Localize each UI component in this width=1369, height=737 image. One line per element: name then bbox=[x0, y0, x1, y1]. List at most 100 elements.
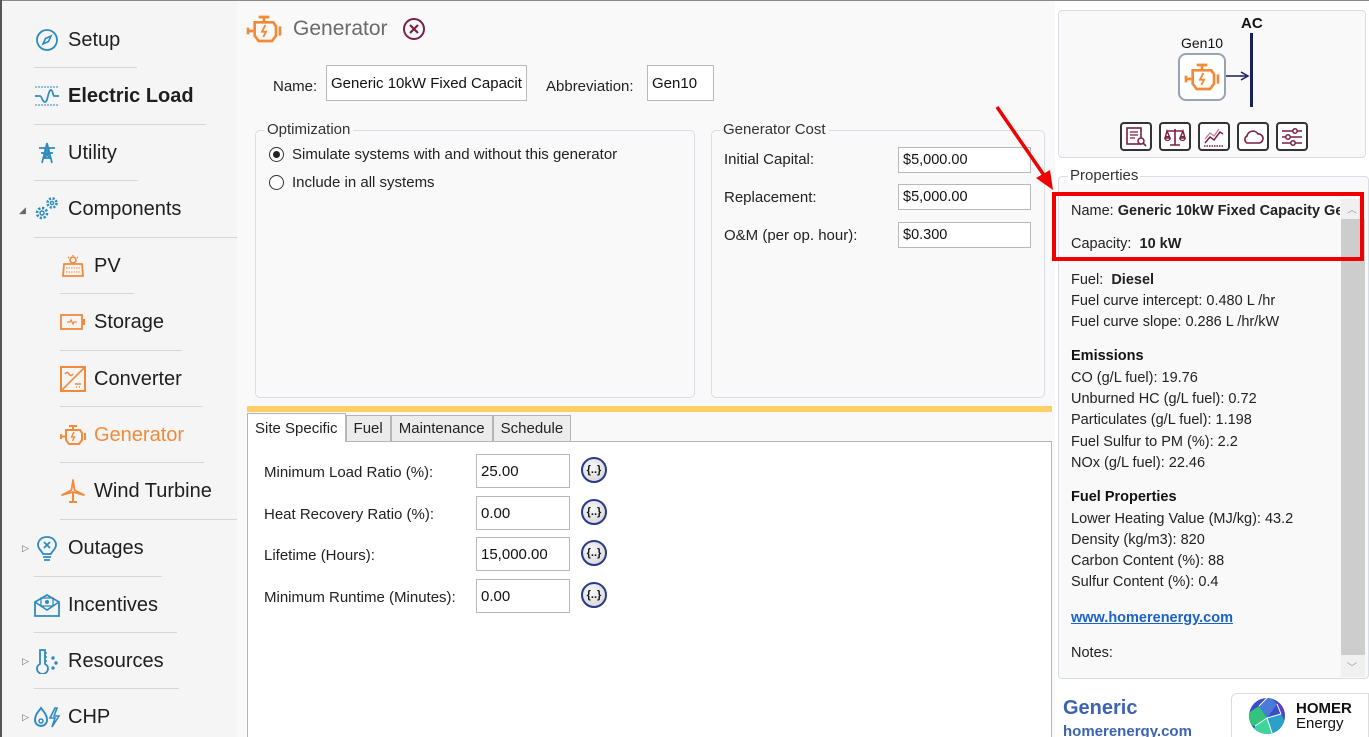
wind-turbine-icon bbox=[60, 478, 86, 504]
divider bbox=[34, 576, 162, 577]
name-label: Name: bbox=[273, 78, 318, 95]
manufacturer-url[interactable]: homerenergy.com bbox=[1063, 723, 1192, 737]
lifetime-input[interactable]: 15,000.00 bbox=[476, 537, 570, 571]
replacement-label: Replacement: bbox=[724, 189, 817, 206]
emission-item: Fuel Sulfur to PM (%): 2.2 bbox=[1071, 434, 1238, 450]
fuel-property-item: Sulfur Content (%): 0.4 bbox=[1071, 574, 1219, 590]
sidebar-item-utility[interactable]: Utility bbox=[34, 133, 117, 173]
page-header: Generator bbox=[245, 13, 426, 45]
sidebar: Setup Electric Load Utility ◢ Components… bbox=[2, 1, 237, 737]
solar-panel-icon bbox=[60, 253, 86, 279]
min-runtime-input[interactable]: 0.00 bbox=[476, 579, 570, 613]
optimization-group: Optimization bbox=[255, 121, 695, 398]
sidebar-item-incentives[interactable]: Incentives bbox=[34, 585, 158, 625]
ac-bus-label: AC bbox=[1241, 15, 1263, 32]
expander-expand-icon[interactable]: ▷ bbox=[22, 712, 32, 723]
sidebar-item-outages[interactable]: Outages bbox=[34, 528, 144, 568]
properties-legend: Properties bbox=[1068, 167, 1141, 184]
sidebar-item-wind-turbine[interactable]: Wind Turbine bbox=[60, 471, 212, 511]
min-load-ratio-input[interactable]: 25.00 bbox=[476, 454, 570, 488]
transmission-tower-icon bbox=[34, 140, 60, 166]
sidebar-item-label: Electric Load bbox=[68, 84, 194, 107]
generator-icon bbox=[60, 422, 86, 448]
logo-line1: HOMER bbox=[1296, 699, 1352, 717]
tab-fuel[interactable]: Fuel bbox=[345, 415, 391, 442]
sidebar-item-electric-load[interactable]: Electric Load bbox=[34, 76, 194, 116]
tab-site-specific[interactable]: Site Specific bbox=[247, 413, 346, 442]
battery-icon bbox=[60, 309, 86, 335]
tab-accent-bar bbox=[247, 406, 1052, 412]
report-button[interactable] bbox=[1120, 122, 1152, 151]
sensitivity-button[interactable]: {..} bbox=[581, 499, 607, 525]
sidebar-item-resources[interactable]: Resources bbox=[34, 641, 164, 681]
fuel-property-item: Density (kg/m3): 820 bbox=[1071, 532, 1205, 548]
divider bbox=[60, 519, 237, 520]
expander-expand-icon[interactable]: ▷ bbox=[22, 656, 32, 667]
initial-capital-input[interactable]: $5,000.00 bbox=[898, 147, 1031, 173]
settings-button[interactable] bbox=[1276, 122, 1308, 151]
homer-energy-link[interactable]: www.homerenergy.com bbox=[1071, 610, 1233, 626]
thermometer-drops-icon bbox=[34, 648, 60, 674]
prop-fuel-intercept: Fuel curve intercept: 0.480 L /hr bbox=[1071, 293, 1276, 309]
sidebar-item-label: Outages bbox=[68, 536, 144, 559]
sidebar-item-setup[interactable]: Setup bbox=[34, 20, 120, 60]
sidebar-item-pv[interactable]: PV bbox=[60, 246, 121, 286]
sidebar-item-label: Resources bbox=[68, 649, 164, 672]
sidebar-item-converter[interactable]: Converter bbox=[60, 359, 182, 399]
radio-label: Include in all systems bbox=[292, 174, 435, 191]
compare-button[interactable] bbox=[1159, 122, 1191, 151]
radio-unselected-icon bbox=[269, 175, 284, 190]
sidebar-item-label: Wind Turbine bbox=[94, 479, 212, 502]
remove-component-button[interactable] bbox=[402, 17, 426, 41]
sidebar-item-label: Utility bbox=[68, 141, 117, 164]
homer-globe-icon bbox=[1249, 697, 1285, 734]
sensitivity-button[interactable]: {..} bbox=[581, 582, 607, 608]
component-label: Gen10 bbox=[1181, 35, 1224, 51]
heat-recovery-input[interactable]: 0.00 bbox=[476, 496, 570, 530]
divider bbox=[60, 462, 204, 463]
emission-item: CO (g/L fuel): 19.76 bbox=[1071, 370, 1198, 386]
generator-icon bbox=[1184, 63, 1220, 91]
sidebar-item-generator[interactable]: Generator bbox=[60, 415, 184, 455]
emissions-heading: Emissions bbox=[1071, 348, 1144, 364]
sensitivity-button[interactable]: {..} bbox=[581, 540, 607, 566]
expander-collapse-icon[interactable]: ◢ bbox=[19, 205, 29, 216]
sidebar-item-components[interactable]: Components bbox=[34, 189, 181, 229]
fuel-property-item: Carbon Content (%): 88 bbox=[1071, 553, 1225, 569]
sidebar-item-label: Converter bbox=[94, 367, 182, 390]
report-search-icon bbox=[1126, 126, 1147, 147]
name-input[interactable]: Generic 10kW Fixed Capacit bbox=[326, 65, 527, 101]
close-circle-icon bbox=[402, 18, 425, 40]
om-input[interactable]: $0.300 bbox=[898, 222, 1031, 248]
sidebar-item-storage[interactable]: Storage bbox=[60, 302, 164, 342]
radio-include-all[interactable]: Include in all systems bbox=[269, 174, 435, 191]
generator-icon bbox=[245, 13, 283, 45]
divider bbox=[34, 237, 237, 238]
divider bbox=[60, 350, 182, 351]
scroll-up-icon[interactable]: ︿ bbox=[1347, 201, 1357, 216]
expander-expand-icon[interactable]: ▷ bbox=[22, 543, 32, 554]
tab-schedule[interactable]: Schedule bbox=[492, 415, 572, 442]
arrow-right-icon bbox=[1226, 71, 1250, 81]
cloud-button[interactable] bbox=[1237, 122, 1269, 151]
properties-scrollbar[interactable]: ︿ ﹀ bbox=[1341, 199, 1365, 677]
chart-button[interactable] bbox=[1198, 122, 1230, 151]
replacement-input[interactable]: $5,000.00 bbox=[898, 184, 1031, 210]
generator-component-node[interactable] bbox=[1178, 53, 1226, 101]
sidebar-item-chp[interactable]: CHP bbox=[34, 697, 110, 737]
sidebar-item-label: Storage bbox=[94, 310, 165, 333]
prop-name: Name: Generic 10kW Fixed Capacity Ge bbox=[1071, 203, 1340, 219]
generator-editor: Generator Name: Generic 10kW Fixed Capac… bbox=[237, 1, 1055, 737]
sensitivity-button[interactable]: {..} bbox=[581, 457, 607, 483]
converter-icon bbox=[60, 366, 86, 392]
abbreviation-input[interactable]: Gen10 bbox=[647, 65, 714, 101]
scroll-down-icon[interactable]: ﹀ bbox=[1347, 659, 1357, 674]
scrollbar-thumb[interactable] bbox=[1341, 219, 1365, 655]
heat-recovery-label: Heat Recovery Ratio (%): bbox=[264, 506, 435, 523]
lightbulb-x-icon bbox=[34, 535, 60, 561]
sidebar-item-label: Setup bbox=[68, 28, 121, 51]
notes-label: Notes: bbox=[1071, 645, 1113, 661]
properties-sidebar: AC Gen10 Properties Name: Generic 10kW F… bbox=[1055, 1, 1369, 737]
radio-simulate-with-without[interactable]: Simulate systems with and without this g… bbox=[269, 146, 617, 163]
tab-maintenance[interactable]: Maintenance bbox=[390, 415, 493, 442]
